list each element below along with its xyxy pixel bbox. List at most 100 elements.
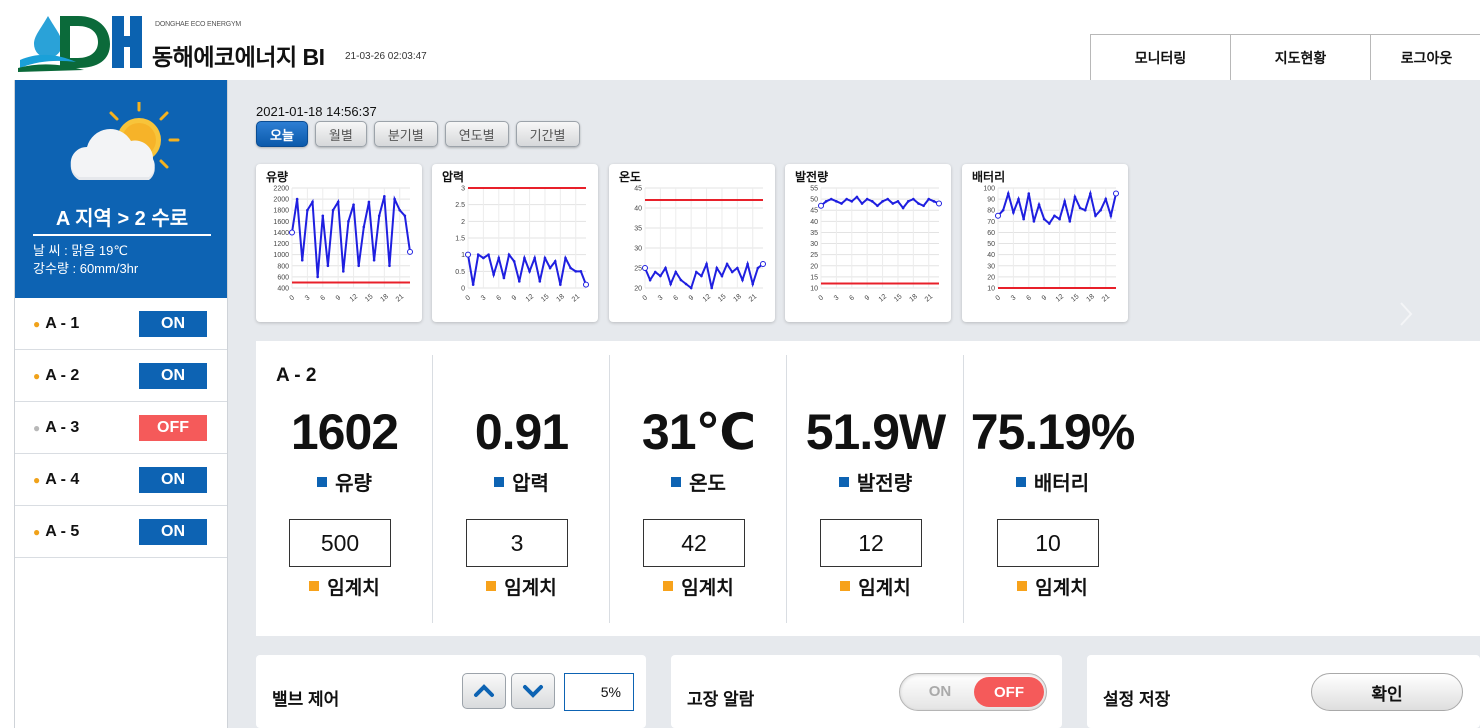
data-point-end bbox=[583, 281, 589, 288]
metric-label: 유량 bbox=[256, 467, 433, 496]
data-point bbox=[523, 256, 526, 260]
series-line bbox=[291, 195, 411, 277]
y-tick-label: 55 bbox=[810, 186, 818, 193]
x-tick-label: 0 bbox=[818, 294, 826, 302]
data-point bbox=[1078, 206, 1082, 210]
data-point bbox=[840, 202, 843, 205]
tab-quarterly[interactable]: 분기별 bbox=[373, 121, 438, 147]
orange-square-icon bbox=[486, 581, 497, 591]
tab-monthly[interactable]: 월별 bbox=[314, 121, 367, 147]
data-point bbox=[372, 258, 376, 262]
y-tick-label: 25 bbox=[634, 266, 642, 273]
x-tick-label: 0 bbox=[995, 294, 1003, 302]
chart-temperature: 온도 20 25 30 35 40 45 0 3 6 9 12 15 18 21 bbox=[609, 164, 775, 322]
blue-square-icon bbox=[671, 477, 682, 487]
sidebar-item-a3[interactable]: ● A - 3 OFF bbox=[15, 402, 227, 454]
threshold-input[interactable]: 10 bbox=[997, 519, 1099, 567]
confirm-button[interactable]: 확인 bbox=[1311, 673, 1463, 711]
y-tick-label: 3 bbox=[461, 186, 465, 193]
x-tick-label: 12 bbox=[878, 293, 889, 303]
series-line bbox=[467, 252, 587, 286]
sidebar-item-a5[interactable]: ● A - 5 ON bbox=[15, 506, 227, 558]
y-tick-label: 15 bbox=[810, 274, 818, 281]
y-tick-label: 100 bbox=[983, 186, 995, 193]
y-tick-label: 1200 bbox=[273, 241, 289, 248]
x-tick-label: 6 bbox=[495, 294, 503, 302]
nav-monitoring[interactable]: 모니터링 bbox=[1090, 34, 1230, 80]
data-point bbox=[497, 256, 501, 260]
data-point bbox=[564, 256, 567, 260]
toggle-on-label: ON bbox=[928, 683, 952, 700]
data-point bbox=[720, 274, 724, 278]
data-point bbox=[543, 256, 547, 260]
sidebar-item-a2[interactable]: ● A - 2 ON bbox=[15, 350, 227, 402]
data-point bbox=[487, 253, 490, 256]
data-point bbox=[1048, 222, 1051, 225]
data-point bbox=[1006, 192, 1010, 195]
status-badge[interactable]: ON bbox=[139, 311, 207, 337]
x-tick-label: 9 bbox=[1041, 294, 1049, 302]
x-tick-label: 6 bbox=[319, 294, 327, 302]
alarm-toggle[interactable]: ON OFF bbox=[899, 673, 1047, 711]
x-tick-label: 3 bbox=[304, 294, 312, 302]
x-tick-label: 12 bbox=[525, 293, 536, 303]
status-badge[interactable]: ON bbox=[139, 363, 207, 389]
data-point bbox=[1073, 195, 1077, 199]
data-point bbox=[1099, 208, 1102, 212]
y-tick-label: 1600 bbox=[273, 219, 289, 226]
x-tick-label: 15 bbox=[540, 293, 551, 303]
chevron-right-icon[interactable] bbox=[1398, 300, 1414, 328]
data-point bbox=[746, 262, 749, 266]
valve-down-button[interactable] bbox=[511, 673, 555, 709]
save-settings-label: 설정 저장 bbox=[1103, 690, 1171, 709]
data-point bbox=[741, 278, 744, 282]
tab-yearly[interactable]: 연도별 bbox=[444, 121, 509, 147]
y-tick-label: 10 bbox=[987, 286, 995, 293]
x-tick-label: 9 bbox=[511, 294, 519, 302]
status-badge[interactable]: ON bbox=[139, 519, 207, 545]
data-point-end bbox=[407, 248, 413, 255]
metric-label: 배터리 bbox=[964, 467, 1141, 496]
tab-period[interactable]: 기간별 bbox=[515, 121, 580, 147]
nav-logout[interactable]: 로그아웃 bbox=[1370, 34, 1480, 80]
data-point bbox=[1094, 214, 1097, 218]
x-tick-label: 15 bbox=[364, 293, 375, 303]
sidebar-item-a4[interactable]: ● A - 4 ON bbox=[15, 454, 227, 506]
data-point bbox=[1068, 220, 1072, 223]
y-tick-label: 40 bbox=[634, 206, 642, 213]
threshold-input[interactable]: 42 bbox=[643, 519, 745, 567]
data-datetime: 2021-01-18 14:56:37 bbox=[256, 104, 377, 119]
region-title: A 지역 > 2 수로 bbox=[33, 202, 211, 236]
threshold-input[interactable]: 12 bbox=[820, 519, 922, 567]
data-point bbox=[533, 256, 536, 260]
orange-square-icon bbox=[840, 581, 851, 591]
blue-square-icon bbox=[317, 477, 328, 487]
data-point bbox=[896, 200, 900, 203]
data-point-end bbox=[1113, 190, 1119, 197]
x-tick-label: 9 bbox=[864, 294, 872, 302]
valve-up-button[interactable] bbox=[462, 673, 506, 709]
y-tick-label: 2 bbox=[461, 219, 465, 226]
sidebar-item-a1[interactable]: ● A - 1 ON bbox=[15, 298, 227, 350]
valve-control-card: 밸브 제어 5% bbox=[256, 655, 646, 728]
tab-today[interactable]: 오늘 bbox=[256, 121, 308, 147]
status-badge[interactable]: OFF bbox=[139, 415, 207, 441]
data-point bbox=[492, 273, 495, 276]
data-point bbox=[548, 266, 552, 270]
threshold-input[interactable]: 500 bbox=[289, 519, 391, 567]
threshold-input[interactable]: 3 bbox=[466, 519, 568, 567]
sidebar-item-label: A - 2 bbox=[45, 366, 80, 384]
valve-percent-input[interactable]: 5% bbox=[564, 673, 634, 711]
save-settings-card: 설정 저장 확인 bbox=[1087, 655, 1480, 728]
metric-label-text: 온도 bbox=[689, 473, 726, 495]
nav-map-status[interactable]: 지도현황 bbox=[1230, 34, 1370, 80]
data-point bbox=[829, 197, 833, 201]
chart-plot: 10 20 30 40 50 60 70 80 90 100 0 3 6 9 12 15 18 21 bbox=[983, 186, 1119, 304]
metric-value: 31℃ bbox=[641, 404, 756, 460]
threshold-label: 임계치 bbox=[964, 573, 1141, 600]
x-tick-label: 21 bbox=[924, 293, 935, 303]
x-tick-label: 3 bbox=[657, 294, 665, 302]
status-badge[interactable]: ON bbox=[139, 467, 207, 493]
data-point bbox=[559, 283, 562, 286]
data-point bbox=[574, 270, 578, 273]
